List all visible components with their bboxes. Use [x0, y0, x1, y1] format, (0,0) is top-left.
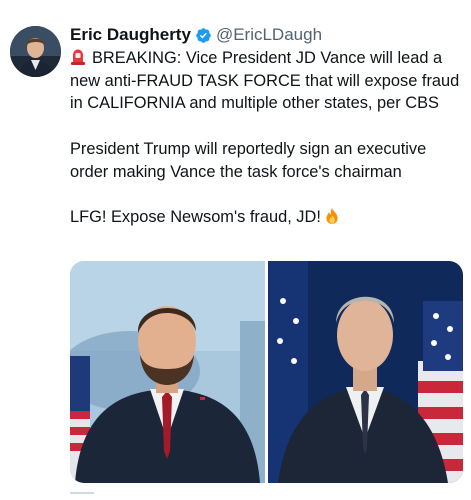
- media-photo-vance[interactable]: [70, 261, 265, 483]
- author-name[interactable]: Eric Daugherty: [70, 25, 191, 45]
- tweet-text: BREAKING: Vice President JD Vance will l…: [70, 47, 465, 229]
- divider: [70, 492, 94, 494]
- tweet-paragraph-3-text: LFG! Expose Newsom's fraud, JD!: [70, 207, 321, 226]
- author-avatar[interactable]: [10, 26, 61, 77]
- fire-icon: [324, 207, 340, 225]
- tweet-header: Eric Daugherty @EricLDaugh: [70, 24, 322, 46]
- tweet[interactable]: Eric Daugherty @EricLDaugh BREAKING: Vic…: [0, 0, 471, 500]
- tweet-paragraph-1: BREAKING: Vice President JD Vance will l…: [70, 47, 465, 115]
- police-siren-icon: [70, 48, 86, 65]
- author-handle[interactable]: @EricLDaugh: [216, 25, 322, 45]
- tweet-media[interactable]: [70, 261, 463, 483]
- tweet-paragraph-3: LFG! Expose Newsom's fraud, JD!: [70, 206, 465, 229]
- tweet-paragraph-2: President Trump will reportedly sign an …: [70, 139, 427, 181]
- verified-badge-icon: [195, 27, 212, 44]
- media-photo-newsom[interactable]: [268, 261, 463, 483]
- tweet-paragraph-1-text: BREAKING: Vice President JD Vance will l…: [70, 49, 460, 113]
